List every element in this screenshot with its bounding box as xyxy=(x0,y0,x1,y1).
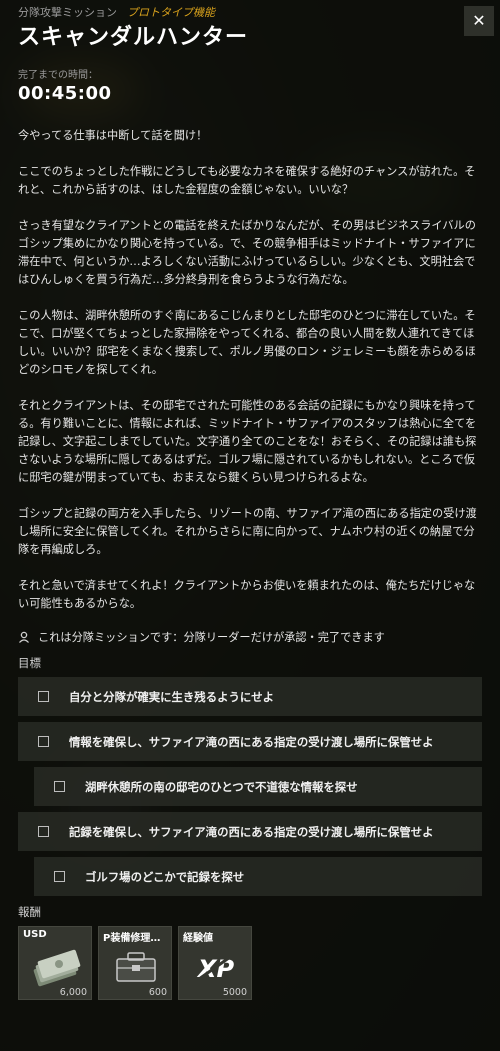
xp-icon: XP xyxy=(196,953,234,983)
mission-category-row: 分隊攻撃ミッション プロトタイプ機能 xyxy=(18,6,482,20)
description-paragraph: さっき有望なクライアントとの電話を終えたばかりなんだが、その男はビジネスライバル… xyxy=(18,219,476,286)
mission-title: スキャンダルハンター xyxy=(18,25,249,50)
sub-objective-item[interactable]: 湖畔休憩所の南の邸宅のひとつで不道徳な情報を探せ xyxy=(34,767,482,806)
objective-text: 記録を確保し、サファイア滝の西にある指定の受け渡し場所に保管せよ xyxy=(69,824,434,839)
reward-amount: 5000 xyxy=(222,987,247,998)
description-paragraph: ゴシップと記録の両方を入手したら、リゾートの南、サファイア滝の西にある指定の受け… xyxy=(18,507,477,556)
reward-card-usd[interactable]: USD 6,000 xyxy=(18,926,92,1000)
description-paragraph: それと急いで済ませてくれよ！クライアントからお使いを頼まれたのは、俺たちだけじゃ… xyxy=(18,579,476,610)
objectives-label: 目標 xyxy=(18,656,41,670)
checkbox-icon xyxy=(38,691,49,702)
squad-leader-icon xyxy=(19,631,29,643)
close-button[interactable]: ✕ xyxy=(464,6,494,36)
reward-name: 経験値 xyxy=(183,933,213,944)
squad-note-text: これは分隊ミッションです：分隊リーダーだけが承認・完了できます xyxy=(38,631,385,644)
objective-text: 湖畔休憩所の南の邸宅のひとつで不道徳な情報を探せ xyxy=(85,779,358,794)
description-paragraph: この人物は、湖畔休憩所のすぐ南にあるこじんまりとした邸宅のひとつに滞在していた。… xyxy=(18,309,476,376)
mission-panel: 分隊攻撃ミッション プロトタイプ機能 スキャンダルハンター ✕ 完了までの時間： … xyxy=(0,0,500,1051)
objective-item[interactable]: 情報を確保し、サファイア滝の西にある指定の受け渡し場所に保管せよ xyxy=(18,722,482,761)
rewards-row: USD 6,000 P装備修理… 600 経験値 XP 5000 xyxy=(18,926,482,1000)
reward-name: P装備修理… xyxy=(103,933,161,944)
squad-note: これは分隊ミッションです：分隊リーダーだけが承認・完了できます xyxy=(18,629,482,645)
checkbox-icon xyxy=(54,871,65,882)
cash-stack-icon xyxy=(33,949,81,987)
checkbox-icon xyxy=(38,736,49,747)
description-paragraph: 今やってる仕事は中断して話を聞け！ xyxy=(18,129,208,142)
description-paragraph: ここでのちょっとした作戦にどうしても必要なカネを確保する絶好のチャンスが訪れた。… xyxy=(18,165,476,196)
sub-objective-item[interactable]: ゴルフ場のどこかで記録を探せ xyxy=(34,857,482,896)
repair-kit-icon xyxy=(116,952,156,982)
reward-card-xp[interactable]: 経験値 XP 5000 xyxy=(178,926,252,1000)
objective-text: ゴルフ場のどこかで記録を探せ xyxy=(85,869,245,884)
objective-item[interactable]: 自分と分隊が確実に生き残るようにせよ xyxy=(18,677,482,716)
checkbox-icon xyxy=(38,826,49,837)
close-icon: ✕ xyxy=(472,11,486,30)
objective-item[interactable]: 記録を確保し、サファイア滝の西にある指定の受け渡し場所に保管せよ xyxy=(18,812,482,851)
prototype-tag: プロトタイプ機能 xyxy=(127,6,215,19)
checkbox-icon xyxy=(54,781,65,792)
mission-description: 今やってる仕事は中断して話を聞け！ ここでのちょっとした作戦にどうしても必要なカ… xyxy=(18,127,482,613)
timer-label: 完了までの時間： xyxy=(18,70,98,81)
timer-value: 00:45:00 xyxy=(18,83,112,104)
reward-name: USD xyxy=(23,929,47,940)
reward-amount: 600 xyxy=(148,987,167,998)
reward-amount: 6,000 xyxy=(59,987,87,998)
reward-card-repair[interactable]: P装備修理… 600 xyxy=(98,926,172,1000)
objective-text: 情報を確保し、サファイア滝の西にある指定の受け渡し場所に保管せよ xyxy=(69,734,434,749)
mission-category: 分隊攻撃ミッション xyxy=(18,6,117,19)
description-paragraph: それとクライアントは、その邸宅でされた可能性のある会話の記録にもかなり興味を持っ… xyxy=(18,399,477,484)
objective-text: 自分と分隊が確実に生き残るようにせよ xyxy=(69,689,275,704)
rewards-label: 報酬 xyxy=(18,905,41,919)
